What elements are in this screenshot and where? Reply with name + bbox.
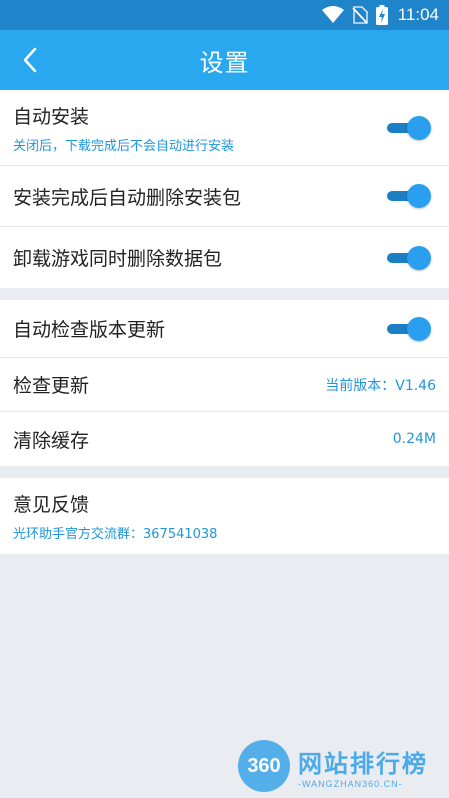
setting-auto-check-update[interactable]: 自动检查版本更新	[0, 300, 449, 358]
app-bar: 设置	[0, 30, 449, 90]
setting-delete-package-after-install[interactable]: 安装完成后自动删除安装包	[0, 166, 449, 227]
setting-clear-cache[interactable]: 清除缓存 0.24M	[0, 412, 449, 466]
setting-label: 自动检查版本更新	[13, 319, 166, 341]
setting-description: 关闭后，下载完成后不会自动进行安装	[13, 138, 235, 154]
watermark-title: 网站排行榜	[298, 749, 428, 778]
setting-label: 自动安装	[13, 105, 90, 128]
settings-group-install: 自动安装 关闭后，下载完成后不会自动进行安装 安装完成后自动删除安装包 卸载游戏…	[0, 90, 449, 288]
setting-label: 检查更新	[13, 375, 90, 397]
battery-charging-icon	[375, 5, 388, 25]
section-divider	[0, 288, 449, 300]
watermark-logo: 360	[238, 740, 290, 792]
watermark-url: -WANGZHAN360.CN-	[298, 778, 403, 789]
back-button[interactable]	[14, 44, 46, 76]
setting-delete-data-on-uninstall[interactable]: 卸载游戏同时删除数据包	[0, 227, 449, 288]
settings-group-feedback: 意见反馈 光环助手官方交流群：367541038	[0, 478, 449, 554]
delete-data-toggle[interactable]	[385, 245, 433, 271]
setting-label: 意见反馈	[13, 494, 90, 516]
status-bar: 11:04	[0, 0, 449, 30]
cache-size: 0.24M	[392, 431, 436, 447]
auto-install-toggle[interactable]	[385, 115, 433, 141]
page-title: 设置	[199, 48, 250, 77]
setting-check-update[interactable]: 检查更新 当前版本：V1.46	[0, 358, 449, 412]
section-divider	[0, 466, 449, 478]
setting-feedback[interactable]: 意见反馈 光环助手官方交流群：367541038	[0, 478, 449, 554]
status-time: 11:04	[397, 5, 439, 24]
auto-check-update-toggle[interactable]	[385, 316, 433, 342]
delete-package-toggle[interactable]	[385, 183, 433, 209]
current-version: 当前版本：V1.46	[325, 377, 436, 394]
wifi-icon	[321, 6, 344, 23]
setting-label: 卸载游戏同时删除数据包	[13, 248, 223, 270]
chevron-left-icon	[23, 47, 37, 73]
setting-label: 清除缓存	[13, 429, 90, 452]
setting-description: 光环助手官方交流群：367541038	[13, 527, 218, 542]
setting-label: 安装完成后自动删除安装包	[13, 186, 242, 209]
setting-auto-install[interactable]: 自动安装 关闭后，下载完成后不会自动进行安装	[0, 90, 449, 166]
no-sim-icon	[352, 6, 368, 24]
settings-group-update: 自动检查版本更新 检查更新 当前版本：V1.46 清除缓存 0.24M	[0, 300, 449, 466]
watermark: 360 网站排行榜 -WANGZHAN360.CN-	[238, 737, 443, 795]
settings-list: 自动安装 关闭后，下载完成后不会自动进行安装 安装完成后自动删除安装包 卸载游戏…	[0, 90, 449, 554]
